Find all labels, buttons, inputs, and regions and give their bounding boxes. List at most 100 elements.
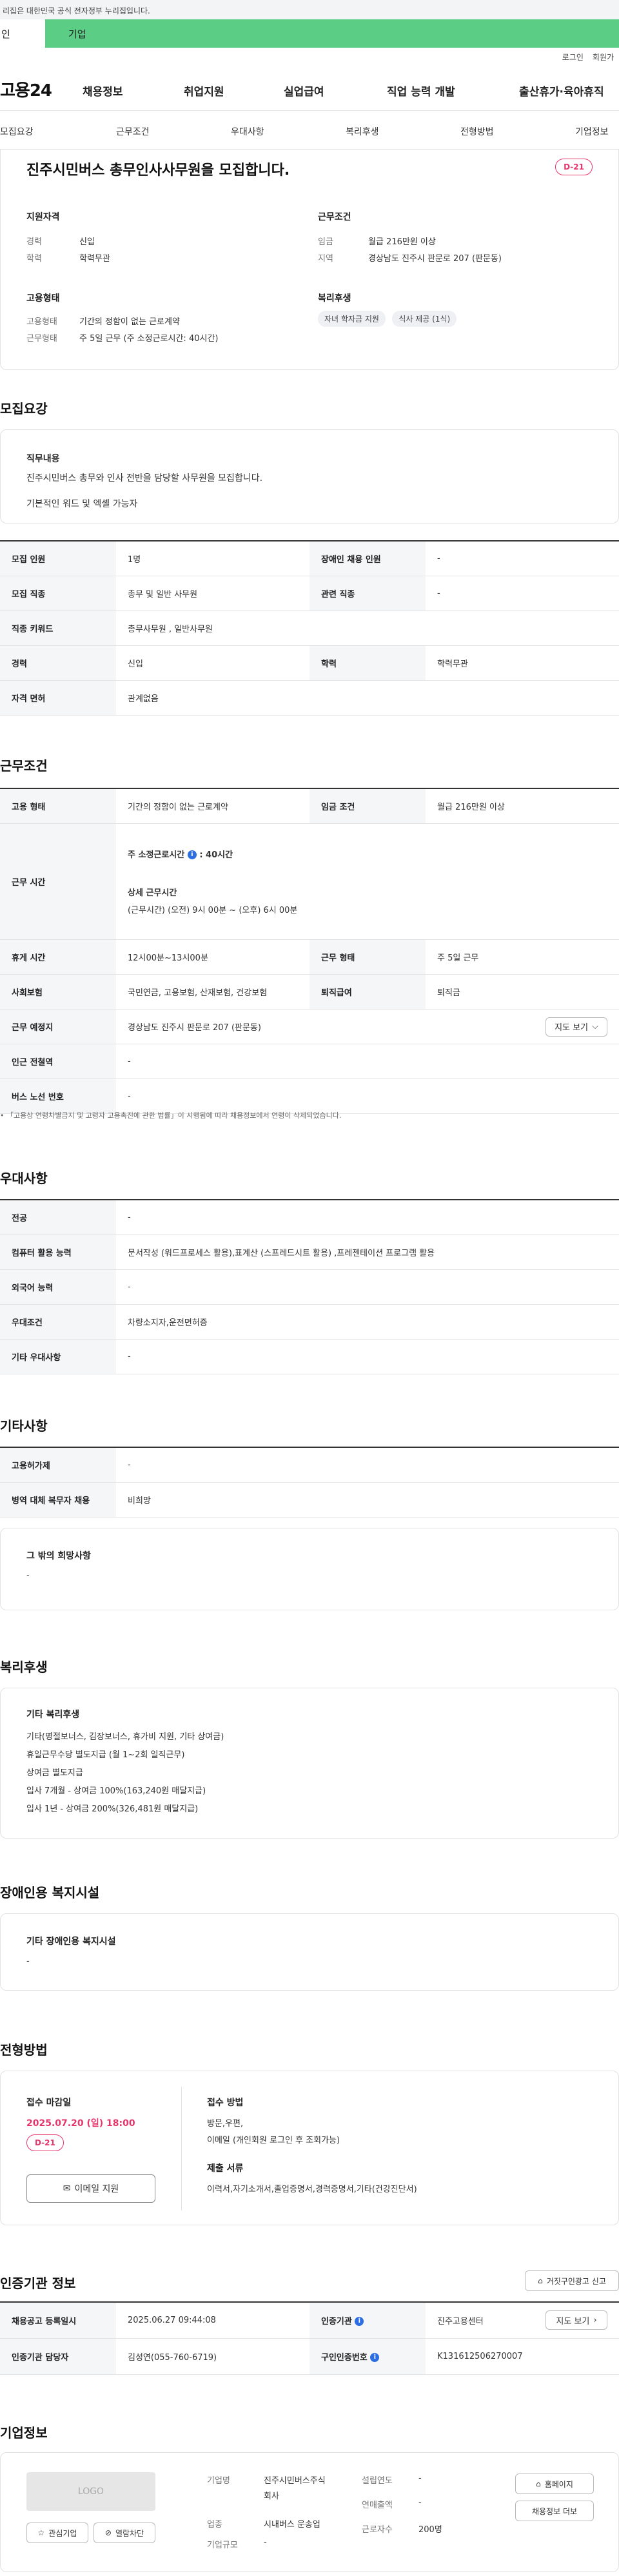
table-row: 외국어 능력 - [0, 1269, 619, 1305]
table-head: 장애인 채용 인원 [310, 540, 426, 576]
subtab-screening[interactable]: 전형방법 [460, 125, 494, 138]
section-title-recruit: 모집요강 [0, 401, 48, 416]
block-view-button[interactable]: ⊘ 열람차단 [93, 2522, 155, 2543]
welfare-chip: 자녀 학자금 지원 [318, 311, 386, 327]
block-view-label: 열람차단 [115, 2528, 144, 2538]
table-head: 고용 형태 [0, 788, 116, 824]
qual-heading: 지원자격 [26, 212, 60, 222]
table-head: 구인인증번호 i [310, 2337, 426, 2375]
table-cell: 김성연(055-760-6719) [116, 2337, 310, 2375]
table-row: 우대조건 차량소지자,운전면허증 [0, 1303, 619, 1340]
homepage-button[interactable]: ⌂ 홈페이지 [515, 2474, 594, 2494]
qual-edu-value: 학력무관 [79, 254, 110, 264]
docs-heading: 제출 서류 [207, 2163, 244, 2174]
docs-value: 이력서,자기소개서,졸업증명서,경력증명서,기타(건강진단서) [207, 2185, 417, 2194]
auth-map-label: 지도 보기 [556, 2316, 590, 2327]
table-row: 인근 전철역 - [0, 1043, 619, 1079]
subtab-preferences[interactable]: 우대사항 [231, 125, 264, 138]
table-cell: - [116, 1199, 619, 1235]
utility-links: 로그인 회원가 [0, 48, 619, 66]
gnb-item-parental-leave[interactable]: 출산휴가·육아휴직 [519, 83, 604, 99]
table-head: 인근 전철역 [0, 1043, 116, 1079]
info-icon[interactable]: i [187, 850, 197, 859]
job-desc-line: 진주시민버스 총무와 인사 전반을 담당할 사무원을 모집합니다. [26, 473, 263, 483]
work-hours-cell: 주 소정근로시간 i : 40시간 상세 근무시간 (근무시간) (오전) 9시… [116, 823, 619, 940]
company-name-value-cont: 회사 [264, 2492, 279, 2501]
info-icon[interactable]: i [355, 2317, 364, 2327]
table-cell: 기간의 정함이 없는 근로계약 [116, 788, 310, 824]
table-head: 휴게 시간 [0, 939, 116, 975]
other-wishes-card: 그 밖의 희망사항 - [0, 1528, 619, 1610]
email-apply-label: 이메일 지원 [74, 2184, 119, 2194]
subtab-benefits[interactable]: 복리후생 [346, 125, 379, 138]
table-row: 경력 신입 학력 학력무관 [0, 645, 619, 681]
table-head: 전공 [0, 1199, 116, 1235]
table-cell: - [426, 540, 619, 576]
section-title-benefits: 복리후생 [0, 1659, 48, 1675]
age-law-note-text: 「고용상 연령차별금지 및 고령자 고용촉진에 관한 법률」이 시행됨에 따라 … [6, 1111, 342, 1120]
report-fake-ad-button[interactable]: ⌂ 거짓구인광고 신고 [525, 2270, 619, 2291]
login-link[interactable]: 로그인 [562, 52, 584, 63]
map-view-label: 지도 보기 [555, 1023, 589, 1033]
gnb-item-jobs[interactable]: 채용정보 [83, 83, 123, 99]
table-head: 우대조건 [0, 1303, 116, 1340]
table-row: 근무 시간 주 소정근로시간 i : 40시간 상세 근무시간 (근무시간) (… [0, 823, 619, 940]
table-cell: 주 5일 근무 [426, 939, 619, 975]
recruit-table: 모집 인원 1명 장애인 채용 인원 - 모집 직종 총무 및 일반 사무원 관… [0, 540, 619, 716]
site-logo[interactable]: 고용24 [0, 77, 52, 101]
table-cell: 퇴직금 [426, 973, 619, 1010]
tab-personal[interactable]: 인 [0, 19, 45, 48]
disability-card: 기타 장애인용 복지시설 - [0, 1913, 619, 1991]
gnb-item-employment-support[interactable]: 취업지원 [184, 83, 224, 99]
weekly-hours-label: 주 소정근로시간 [128, 850, 185, 860]
subtab-company[interactable]: 기업정보 [575, 125, 609, 138]
tab-company[interactable]: 기업 [45, 19, 619, 48]
benefits-heading: 기타 복리후생 [26, 1710, 80, 1720]
screening-card: 접수 마감일 2025.07.20 (일) 18:00 D-21 ✉ 이메일 지원… [0, 2071, 619, 2225]
map-view-button[interactable]: 지도 보기 ⌵ [545, 1017, 607, 1037]
gnb-item-training[interactable]: 직업 능력 개발 [387, 83, 455, 99]
welfare-chips: 자녀 학자금 지원 식사 제공 (1식) [318, 311, 460, 327]
table-row: 근무 예정지 경상남도 진주시 판문로 207 (판문동) 지도 보기 ⌵ [0, 1008, 619, 1044]
auth-map-button[interactable]: 지도 보기 › [545, 2310, 607, 2330]
subtab-recruit[interactable]: 모집요강 [0, 125, 34, 138]
table-head: 학력 [310, 645, 426, 681]
table-row: 기타 우대사항 - [0, 1338, 619, 1374]
favorite-company-label: 관심기업 [48, 2528, 77, 2538]
table-row: 휴게 시간 12시00분~13시00분 근무 형태 주 5일 근무 [0, 939, 619, 975]
method-heading: 접수 방법 [207, 2098, 244, 2108]
job-desc-line: 기본적인 워드 및 엑셀 가능자 [26, 499, 138, 509]
service-tabbar: 인 기업 [0, 19, 619, 48]
table-cell: K131612506270007 [426, 2337, 619, 2375]
dday-badge: D-21 [555, 159, 593, 175]
email-apply-button[interactable]: ✉ 이메일 지원 [26, 2174, 155, 2203]
job-description-card: 직무내용 진주시민버스 총무와 인사 전반을 담당할 사무원을 모집합니다. 기… [0, 429, 619, 523]
benefit-line: 입사 1년 - 상여금 200%(326,481원 매달지급) [26, 1804, 199, 1814]
benefit-line: 상여금 별도지급 [26, 1768, 83, 1778]
section-title-etc: 기타사항 [0, 1418, 48, 1434]
table-head: 근무 형태 [310, 939, 426, 975]
benefit-line: 기타(명절보너스, 김장보너스, 휴가비 지원, 기타 상여금) [26, 1732, 224, 1742]
favorite-company-button[interactable]: ☆ 관심기업 [26, 2522, 88, 2543]
info-icon[interactable]: i [370, 2353, 380, 2362]
join-link[interactable]: 회원가 [593, 52, 614, 63]
table-head: 경력 [0, 645, 116, 681]
table-head: 버스 노선 번호 [0, 1078, 116, 1114]
table-head: 고용허가제 [0, 1447, 116, 1483]
table-cell: 총무 및 일반 사무원 [116, 575, 310, 611]
gnb-item-unemployment-benefit[interactable]: 실업급여 [284, 83, 324, 99]
detail-hours-value: (근무시간) (오전) 9시 00분 ~ (오후) 6시 00분 [128, 905, 298, 915]
preferences-table: 전공 - 컴퓨터 활용 능력 문서작성 (워드프로세스 활용),표계산 (스프레… [0, 1199, 619, 1374]
section-title-work: 근무조건 [0, 758, 48, 774]
table-cell: 12시00분~13시00분 [116, 939, 310, 975]
welfare-heading: 복리후생 [318, 293, 351, 304]
benefit-line: 입사 7개월 - 상여금 100%(163,240원 매달지급) [26, 1786, 206, 1796]
age-law-note: • 「고용상 연령차별금지 및 고령자 고용촉진에 관한 법률」이 시행됨에 따… [0, 1111, 342, 1120]
job-desc-heading: 직무내용 [26, 454, 60, 464]
table-head: 직종 키워드 [0, 610, 116, 646]
table-row: 고용 형태 기간의 정함이 없는 근로계약 임금 조건 월급 216만원 이상 [0, 788, 619, 824]
subtab-work-conditions[interactable]: 근무조건 [116, 125, 150, 138]
more-jobs-button[interactable]: 채용정보 더보 [515, 2501, 594, 2521]
table-row: 모집 직종 총무 및 일반 사무원 관련 직종 - [0, 575, 619, 611]
method-line: 이메일 (개인회원 로그인 후 조회가능) [207, 2136, 340, 2145]
